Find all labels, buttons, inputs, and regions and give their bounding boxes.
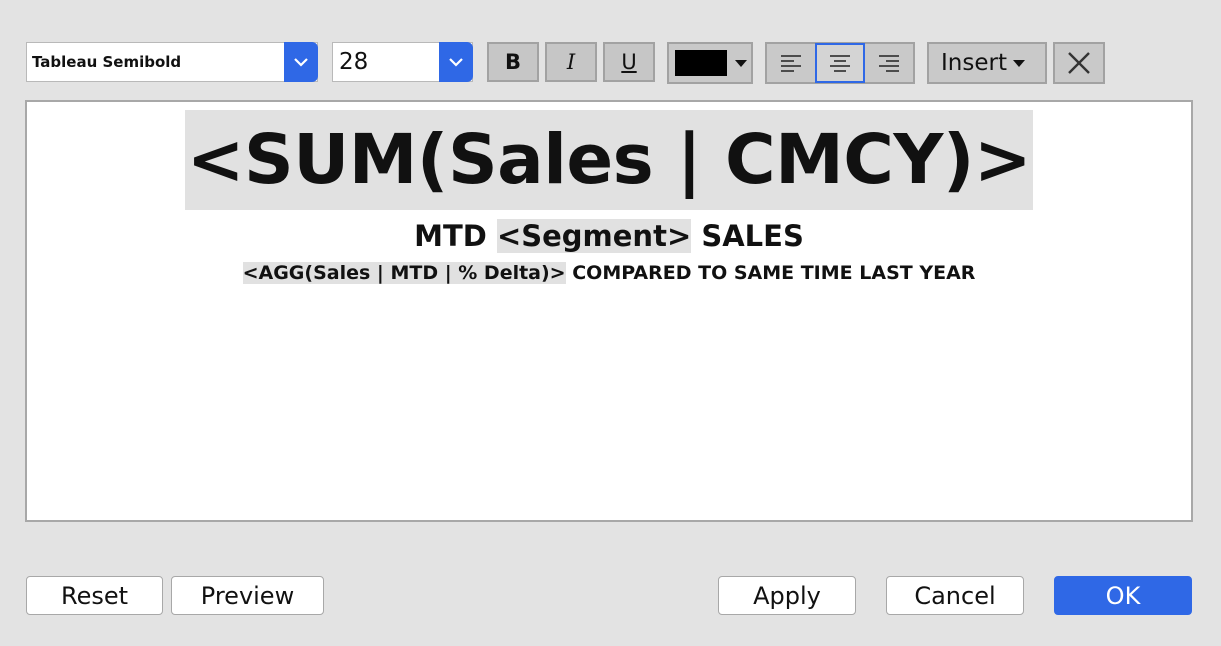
preview-button[interactable]: Preview: [171, 576, 324, 615]
align-center-button[interactable]: [815, 43, 865, 83]
bold-button[interactable]: B: [487, 42, 539, 82]
editor-line-2: MTD <Segment> SALES: [27, 218, 1191, 254]
align-center-icon: [830, 55, 850, 72]
editor-line-3: <AGG(Sales | MTD | % Delta)> COMPARED TO…: [27, 259, 1191, 287]
line3-suffix: COMPARED TO SAME TIME LAST YEAR: [565, 262, 976, 284]
close-icon: [1068, 52, 1090, 74]
caret-down-icon: [1012, 59, 1025, 67]
editor-line-1: <SUM(Sales | CMCY)>: [27, 110, 1191, 210]
align-right-button[interactable]: [865, 44, 913, 82]
field-segment[interactable]: <Segment>: [496, 219, 692, 253]
line2-suffix: SALES: [691, 219, 804, 253]
chevron-down-icon[interactable]: [439, 42, 473, 82]
clear-formatting-button[interactable]: [1053, 42, 1105, 84]
underline-button[interactable]: U: [603, 42, 655, 82]
cancel-button[interactable]: Cancel: [886, 576, 1024, 615]
insert-button[interactable]: Insert: [927, 42, 1047, 84]
ok-button[interactable]: OK: [1054, 576, 1192, 615]
align-left-icon: [781, 55, 801, 72]
field-sum-sales-cmcy[interactable]: <SUM(Sales | CMCY)>: [184, 110, 1034, 210]
text-editor[interactable]: <SUM(Sales | CMCY)> MTD <Segment> SALES …: [25, 100, 1193, 522]
font-size-select[interactable]: 28: [332, 42, 473, 82]
italic-button[interactable]: I: [545, 42, 597, 82]
apply-button[interactable]: Apply: [718, 576, 856, 615]
align-left-button[interactable]: [767, 44, 815, 82]
alignment-group: [765, 42, 915, 84]
font-family-select[interactable]: Tableau Semibold: [26, 42, 318, 82]
chevron-down-icon[interactable]: [284, 42, 318, 82]
reset-button[interactable]: Reset: [26, 576, 163, 615]
field-agg-sales-delta[interactable]: <AGG(Sales | MTD | % Delta)>: [242, 262, 566, 284]
font-family-value: Tableau Semibold: [32, 53, 182, 71]
text-color-button[interactable]: [667, 42, 753, 84]
insert-label: Insert: [941, 50, 1007, 76]
font-size-value: 28: [339, 49, 369, 75]
align-right-icon: [879, 55, 899, 72]
caret-down-icon: [735, 60, 747, 67]
line2-prefix: MTD: [414, 219, 497, 253]
color-swatch: [675, 50, 727, 76]
